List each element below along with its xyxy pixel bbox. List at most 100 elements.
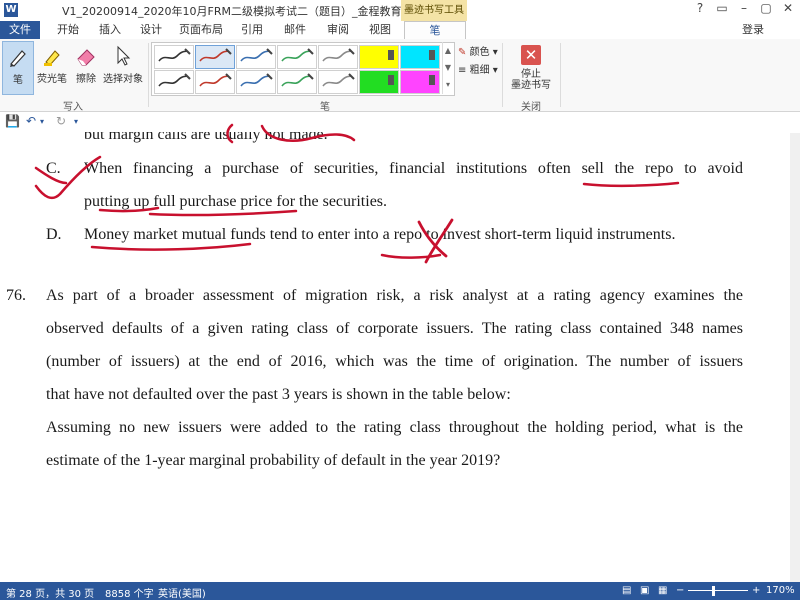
tab-view[interactable]: 视图 xyxy=(362,21,398,39)
stop-label-line2: 墨迹书写 xyxy=(511,80,551,91)
stop-label-line1: 停止 xyxy=(521,69,541,80)
pen-swatch[interactable] xyxy=(154,45,194,69)
close-group-label: 关闭 xyxy=(521,102,541,113)
select-objects-button[interactable]: 选择对象 xyxy=(102,41,144,93)
pen-swatch[interactable] xyxy=(154,70,194,94)
gallery-scroll[interactable]: ▲ ▼ ▾ xyxy=(442,42,453,94)
pen-color-label: 颜色 xyxy=(469,47,490,58)
highlighter-button[interactable]: 荧光笔 xyxy=(34,41,70,93)
zoom-out-button[interactable]: − xyxy=(676,585,684,596)
group-divider xyxy=(502,43,503,107)
highlighter-swatch-icon xyxy=(429,75,435,85)
maximize-button[interactable]: ▢ xyxy=(756,1,776,15)
zoom-slider-track[interactable] xyxy=(688,590,748,591)
pen-swatch[interactable] xyxy=(277,70,317,94)
pen-swatch[interactable] xyxy=(318,45,358,69)
pen-swatch[interactable] xyxy=(277,45,317,69)
pen-swatch[interactable] xyxy=(359,45,399,69)
write-group-label: 写入 xyxy=(63,102,83,113)
pen-stroke-icon xyxy=(158,73,191,87)
title-bar: W V1_20200914_2020年10月FRM二级模拟考试二（题目）_金程教… xyxy=(0,0,800,22)
pen-tool-button[interactable]: 笔 xyxy=(2,41,34,95)
eraser-button[interactable]: 擦除 xyxy=(72,41,100,93)
pen-color-dropdown[interactable]: ✎ 颜色 ▾ xyxy=(458,43,498,58)
pen-swatch[interactable] xyxy=(195,45,235,69)
language-indicator[interactable]: 英语(美国) xyxy=(158,585,206,600)
tab-mailings[interactable]: 邮件 xyxy=(277,21,313,39)
sign-in-link[interactable]: 登录 xyxy=(742,21,764,39)
ribbon-display-options-button[interactable]: ▭ xyxy=(712,1,732,15)
undo-icon[interactable]: ↶ xyxy=(26,114,36,128)
pen-thickness-dropdown[interactable]: ≡ 粗细 ▾ xyxy=(458,61,498,76)
select-objects-label: 选择对象 xyxy=(103,74,143,85)
pen-swatch[interactable] xyxy=(400,45,440,69)
tab-pen[interactable]: 笔 xyxy=(404,21,466,40)
pen-stroke-icon xyxy=(240,73,273,87)
line-thickness-icon: ≡ xyxy=(458,65,467,76)
customize-qat-icon[interactable]: ▾ xyxy=(74,117,78,126)
tab-review[interactable]: 审阅 xyxy=(320,21,356,39)
tab-design[interactable]: 设计 xyxy=(133,21,169,39)
pens-group-label: 笔 xyxy=(320,102,330,113)
word-count[interactable]: 8858 个字 xyxy=(105,585,154,600)
gallery-up-icon[interactable]: ▲ xyxy=(443,42,453,59)
highlighter-label: 荧光笔 xyxy=(37,74,67,85)
highlighter-swatch-icon xyxy=(388,50,394,60)
close-window-button[interactable]: ✕ xyxy=(778,1,798,15)
ribbon-tabs: 文件 开始 插入 设计 页面布局 引用 邮件 审阅 视图 笔 xyxy=(0,21,800,40)
zoom-in-button[interactable]: + xyxy=(752,585,760,596)
quick-access-toolbar: 💾 ↶ ▾ ↻ ▾ xyxy=(0,112,800,132)
pen-stroke-icon xyxy=(199,73,232,87)
pen-swatch[interactable] xyxy=(359,70,399,94)
minimize-button[interactable]: – xyxy=(734,1,754,15)
zoom-slider-thumb[interactable] xyxy=(712,586,715,596)
word-app-icon: W xyxy=(4,3,18,17)
chevron-down-icon[interactable]: ▾ xyxy=(40,117,44,126)
pen-swatch[interactable] xyxy=(195,70,235,94)
help-button[interactable]: ? xyxy=(690,1,710,15)
read-mode-icon[interactable]: ▤ xyxy=(622,585,631,596)
tab-insert[interactable]: 插入 xyxy=(92,21,128,39)
option-c-letter: C. xyxy=(46,160,61,177)
document-title: V1_20200914_2020年10月FRM二级模拟考试二（题目）_金程教育 … xyxy=(62,5,441,18)
save-icon[interactable]: 💾 xyxy=(5,114,20,128)
highlighter-swatch-icon xyxy=(388,75,394,85)
pen-swatch[interactable] xyxy=(400,70,440,94)
stop-inking-button[interactable]: ✕ 停止 墨迹书写 xyxy=(505,41,557,95)
page-count[interactable]: 第 28 页，共 30 页 xyxy=(6,585,94,600)
pen-thickness-label: 粗细 xyxy=(469,65,490,76)
group-divider xyxy=(148,43,149,107)
tab-references[interactable]: 引用 xyxy=(234,21,270,39)
redo-icon[interactable]: ↻ xyxy=(56,114,66,128)
option-d-letter: D. xyxy=(46,226,62,243)
option-c-line-2: putting up full purchase price for the s… xyxy=(84,193,388,210)
pen-stroke-icon xyxy=(281,73,314,87)
question-76-line-2: observed defaults of a given rating clas… xyxy=(46,320,743,337)
pen-color-icon: ✎ xyxy=(458,47,467,58)
gallery-down-icon[interactable]: ▼ xyxy=(443,59,453,76)
pen-stroke-icon xyxy=(199,48,232,62)
zoom-level[interactable]: 170% xyxy=(766,585,795,596)
tab-file[interactable]: 文件 xyxy=(0,21,40,39)
stop-x-icon: ✕ xyxy=(521,45,541,65)
pen-stroke-icon xyxy=(281,48,314,62)
pen-icon xyxy=(10,50,26,67)
chevron-down-icon: ▾ xyxy=(492,65,498,76)
print-layout-icon[interactable]: ▣ xyxy=(640,585,649,596)
document-page[interactable]: but margin calls are usually not made. C… xyxy=(0,112,800,582)
question-76-number: 76. xyxy=(6,287,26,304)
web-layout-icon[interactable]: ▦ xyxy=(658,585,667,596)
status-bar: 第 28 页，共 30 页 8858 个字 英语(美国) ▤ ▣ ▦ − + 1… xyxy=(0,582,800,600)
pen-swatch[interactable] xyxy=(236,70,276,94)
pen-stroke-icon xyxy=(322,73,355,87)
pen-swatch[interactable] xyxy=(318,70,358,94)
question-76-line-1: As part of a broader assessment of migra… xyxy=(46,287,743,304)
highlighter-swatch-icon xyxy=(429,50,435,60)
eraser-icon xyxy=(77,49,95,66)
tab-page-layout[interactable]: 页面布局 xyxy=(176,21,226,39)
pen-swatch[interactable] xyxy=(236,45,276,69)
tab-home[interactable]: 开始 xyxy=(50,21,86,39)
vertical-scrollbar[interactable] xyxy=(790,133,800,582)
gallery-more-icon[interactable]: ▾ xyxy=(443,76,453,93)
group-divider xyxy=(560,43,561,107)
